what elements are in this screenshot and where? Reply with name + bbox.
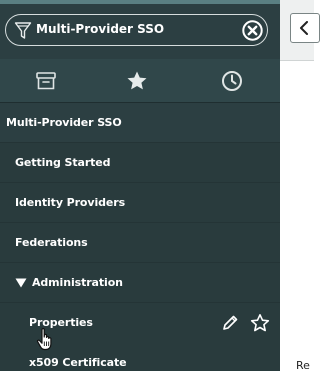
top-accent-bar <box>0 0 280 4</box>
caret-down-icon <box>15 278 27 288</box>
module-label: Getting Started <box>15 156 111 169</box>
favorite-star-icon[interactable] <box>250 313 270 333</box>
module-federations[interactable]: Federations <box>0 223 280 263</box>
module-label: x509 Certificate <box>29 356 127 369</box>
section-administration[interactable]: Administration <box>0 263 280 303</box>
content-header <box>280 0 320 61</box>
filter-navigator-input[interactable]: Multi-Provider SSO <box>5 14 268 46</box>
clear-filter-icon[interactable] <box>242 20 263 41</box>
module-identity-providers[interactable]: Identity Providers <box>0 183 280 223</box>
hand-pointer-cursor-icon <box>36 328 52 351</box>
tab-favorites[interactable] <box>93 59 186 102</box>
filter-funnel-icon <box>14 22 32 39</box>
tab-history[interactable] <box>186 59 279 102</box>
application-multi-provider-sso[interactable]: Multi-Provider SSO <box>0 103 280 143</box>
content-panel: Re <box>280 0 320 372</box>
application-label: Multi-Provider SSO <box>6 116 122 129</box>
collapse-navigator-button[interactable] <box>290 13 320 43</box>
navigator-panel: Multi-Provider SSO Multi-Provider SSO Ge… <box>0 0 280 371</box>
archive-icon <box>36 72 56 90</box>
navigator-tabs <box>0 59 280 102</box>
module-getting-started[interactable]: Getting Started <box>0 143 280 183</box>
module-label: Identity Providers <box>15 196 126 209</box>
module-label: Federations <box>15 236 88 249</box>
chevron-left-icon <box>300 21 308 35</box>
clock-icon <box>222 71 242 91</box>
content-text-fragment: Re <box>296 359 310 372</box>
tab-all-applications[interactable] <box>0 59 93 102</box>
star-icon <box>127 71 147 90</box>
section-label: Administration <box>32 276 123 289</box>
filter-value: Multi-Provider SSO <box>36 22 165 36</box>
edit-pencil-icon[interactable] <box>221 314 239 332</box>
